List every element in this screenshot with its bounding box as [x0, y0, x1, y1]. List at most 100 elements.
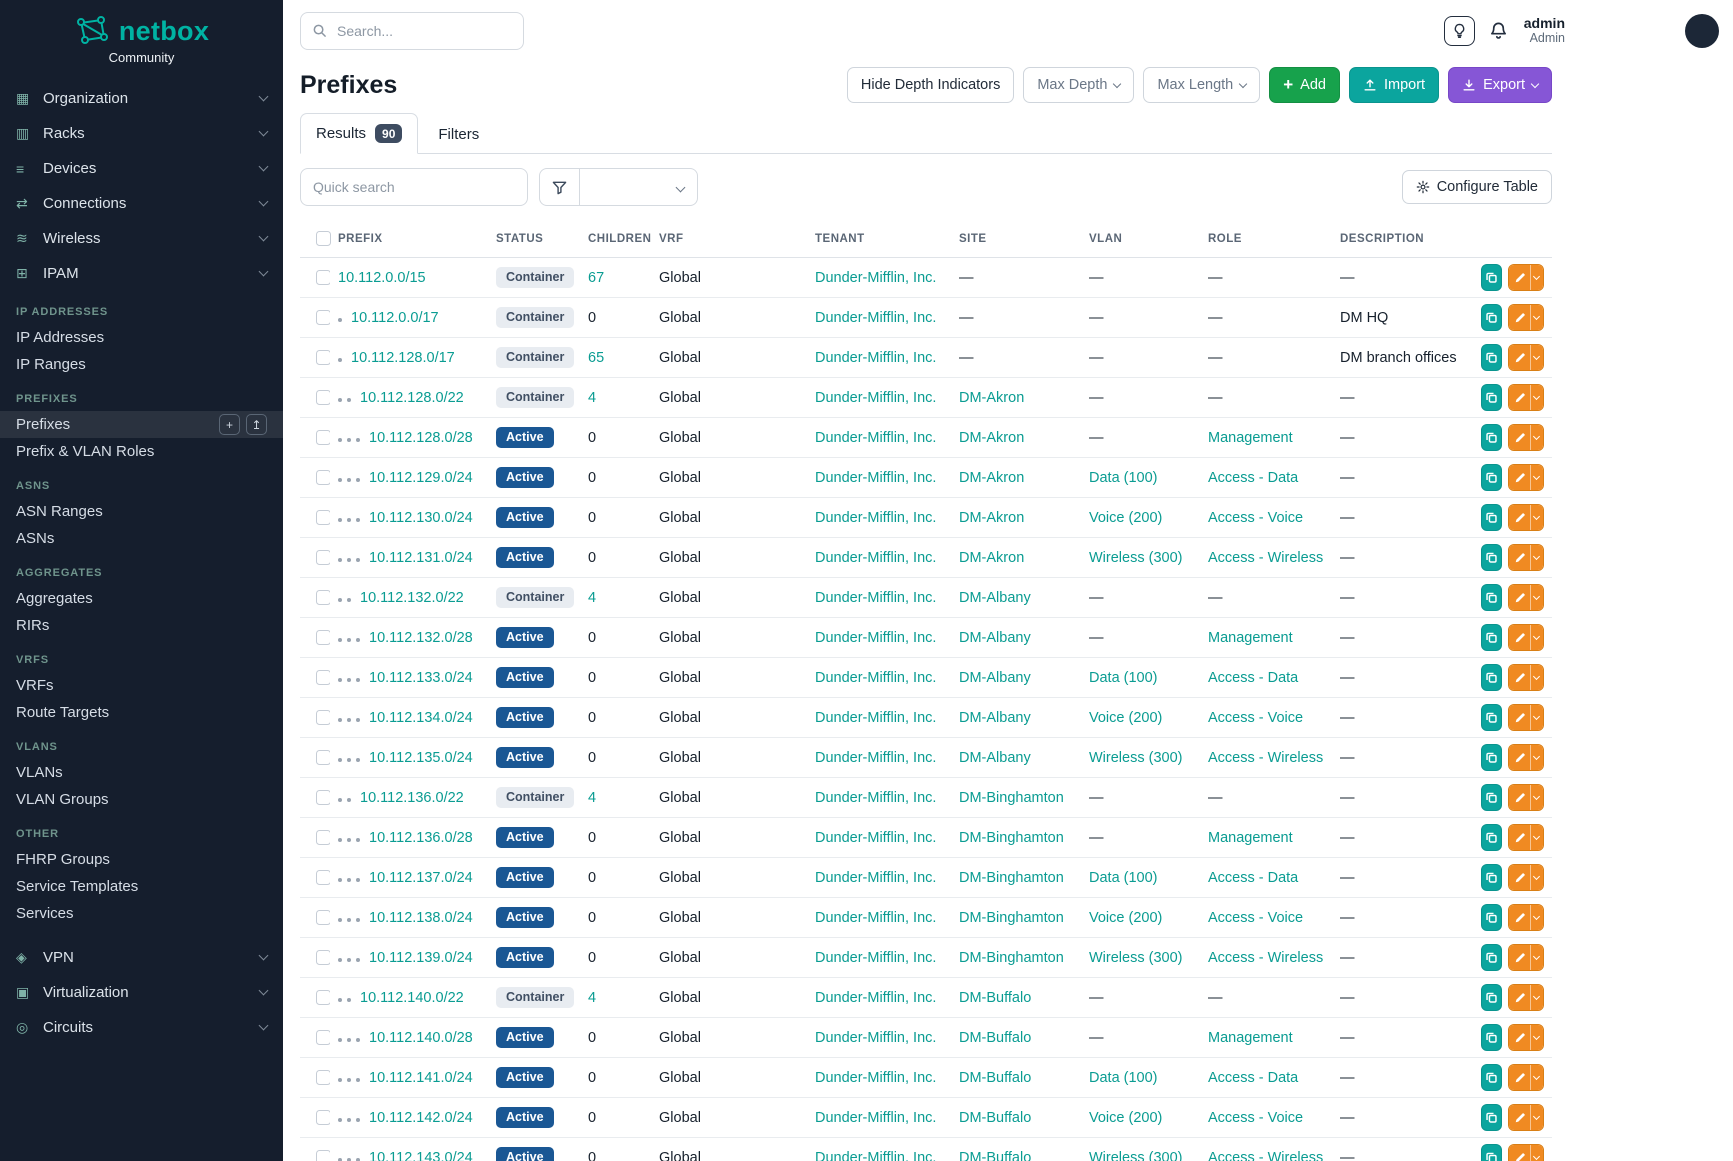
prefix-link[interactable]: 10.112.136.0/22 — [360, 790, 464, 806]
edit-dropdown-caret[interactable] — [1530, 1065, 1543, 1090]
import-mini-button[interactable]: ↥ — [246, 414, 267, 435]
role-link[interactable]: Access - Voice — [1208, 510, 1303, 526]
edit-dropdown-caret[interactable] — [1530, 705, 1543, 730]
edit-button[interactable] — [1509, 945, 1529, 970]
tenant-link[interactable]: Dunder-Mifflin, Inc. — [815, 550, 936, 566]
prefix-link[interactable]: 10.112.0.0/15 — [338, 270, 426, 286]
site-link[interactable]: DM-Akron — [959, 430, 1024, 446]
vlan-link[interactable]: Voice (200) — [1089, 710, 1162, 726]
prefix-link[interactable]: 10.112.138.0/24 — [369, 910, 473, 926]
edit-dropdown-caret[interactable] — [1530, 545, 1543, 570]
edit-dropdown-caret[interactable] — [1530, 345, 1543, 370]
sidebar-item-asns[interactable]: ASNs — [0, 525, 283, 552]
row-checkbox[interactable] — [316, 870, 330, 885]
row-checkbox[interactable] — [316, 1110, 330, 1125]
site-link[interactable]: DM-Buffalo — [959, 1110, 1031, 1126]
theme-toggle-button[interactable] — [1444, 16, 1475, 46]
column-header-role[interactable]: ROLE — [1200, 220, 1332, 258]
tenant-link[interactable]: Dunder-Mifflin, Inc. — [815, 990, 936, 1006]
sidebar-item-racks[interactable]: ▥Racks — [0, 116, 283, 151]
tenant-link[interactable]: Dunder-Mifflin, Inc. — [815, 310, 936, 326]
tenant-link[interactable]: Dunder-Mifflin, Inc. — [815, 790, 936, 806]
site-link[interactable]: DM-Binghamton — [959, 830, 1064, 846]
hide-depth-indicators-button[interactable]: Hide Depth Indicators — [847, 67, 1014, 103]
role-link[interactable]: Management — [1208, 1030, 1293, 1046]
sidebar-item-vlan-groups[interactable]: VLAN Groups — [0, 786, 283, 813]
edit-dropdown-caret[interactable] — [1530, 1145, 1543, 1161]
edit-button[interactable] — [1509, 745, 1529, 770]
children-count-link[interactable]: 67 — [588, 270, 604, 286]
edit-button[interactable] — [1509, 265, 1529, 290]
prefix-link[interactable]: 10.112.139.0/24 — [369, 950, 473, 966]
role-link[interactable]: Access - Voice — [1208, 710, 1303, 726]
edit-button[interactable] — [1509, 705, 1529, 730]
prefix-link[interactable]: 10.112.0.0/17 — [351, 310, 439, 326]
site-link[interactable]: DM-Binghamton — [959, 910, 1064, 926]
copy-button[interactable] — [1481, 384, 1502, 411]
edit-dropdown-caret[interactable] — [1530, 625, 1543, 650]
edit-button[interactable] — [1509, 1105, 1529, 1130]
row-checkbox[interactable] — [316, 1150, 330, 1161]
vlan-link[interactable]: Voice (200) — [1089, 910, 1162, 926]
role-link[interactable]: Access - Wireless — [1208, 1150, 1323, 1161]
copy-button[interactable] — [1481, 744, 1502, 771]
edit-button[interactable] — [1509, 1065, 1529, 1090]
edit-button[interactable] — [1509, 665, 1529, 690]
tenant-link[interactable]: Dunder-Mifflin, Inc. — [815, 750, 936, 766]
edit-button[interactable] — [1509, 425, 1529, 450]
column-header-site[interactable]: SITE — [951, 220, 1081, 258]
sidebar-item-vlans[interactable]: VLANs — [0, 759, 283, 786]
copy-button[interactable] — [1481, 824, 1502, 851]
prefix-link[interactable]: 10.112.128.0/22 — [360, 390, 464, 406]
site-link[interactable]: DM-Albany — [959, 630, 1031, 646]
prefix-link[interactable]: 10.112.130.0/24 — [369, 510, 473, 526]
configure-table-button[interactable]: Configure Table — [1402, 170, 1552, 204]
sidebar-item-services[interactable]: Services — [0, 900, 283, 927]
tenant-link[interactable]: Dunder-Mifflin, Inc. — [815, 950, 936, 966]
row-checkbox[interactable] — [316, 550, 330, 565]
tenant-link[interactable]: Dunder-Mifflin, Inc. — [815, 830, 936, 846]
role-link[interactable]: Access - Wireless — [1208, 550, 1323, 566]
edit-dropdown-caret[interactable] — [1530, 465, 1543, 490]
prefix-link[interactable]: 10.112.132.0/28 — [369, 630, 473, 646]
sidebar-item-service-templates[interactable]: Service Templates — [0, 873, 283, 900]
prefix-link[interactable]: 10.112.129.0/24 — [369, 470, 473, 486]
tenant-link[interactable]: Dunder-Mifflin, Inc. — [815, 590, 936, 606]
row-checkbox[interactable] — [316, 1030, 330, 1045]
edit-button[interactable] — [1509, 985, 1529, 1010]
vlan-link[interactable]: Voice (200) — [1089, 1110, 1162, 1126]
role-link[interactable]: Management — [1208, 630, 1293, 646]
site-link[interactable]: DM-Binghamton — [959, 950, 1064, 966]
site-link[interactable]: DM-Binghamton — [959, 870, 1064, 886]
role-link[interactable]: Management — [1208, 430, 1293, 446]
column-header-vrf[interactable]: VRF — [651, 220, 807, 258]
row-checkbox[interactable] — [316, 590, 330, 605]
sidebar-item-rirs[interactable]: RIRs — [0, 612, 283, 639]
tenant-link[interactable]: Dunder-Mifflin, Inc. — [815, 870, 936, 886]
filter-button[interactable] — [539, 168, 580, 206]
add-mini-button[interactable]: + — [219, 414, 240, 435]
copy-button[interactable] — [1481, 904, 1502, 931]
sidebar-item-route-targets[interactable]: Route Targets — [0, 699, 283, 726]
prefix-link[interactable]: 10.112.140.0/22 — [360, 990, 464, 1006]
prefix-link[interactable]: 10.112.140.0/28 — [369, 1030, 473, 1046]
role-link[interactable]: Access - Wireless — [1208, 950, 1323, 966]
copy-button[interactable] — [1481, 1064, 1502, 1091]
prefix-link[interactable]: 10.112.137.0/24 — [369, 870, 473, 886]
column-header-vlan[interactable]: VLAN — [1081, 220, 1200, 258]
tenant-link[interactable]: Dunder-Mifflin, Inc. — [815, 390, 936, 406]
edit-button[interactable] — [1509, 825, 1529, 850]
sidebar-item-wireless[interactable]: ≋Wireless — [0, 221, 283, 256]
column-header-children[interactable]: CHILDREN — [580, 220, 651, 258]
column-header-tenant[interactable]: TENANT — [807, 220, 951, 258]
edit-dropdown-caret[interactable] — [1530, 825, 1543, 850]
max-depth-dropdown[interactable]: Max Depth — [1023, 67, 1134, 103]
copy-button[interactable] — [1481, 624, 1502, 651]
site-link[interactable]: DM-Akron — [959, 550, 1024, 566]
children-count-link[interactable]: 4 — [588, 990, 596, 1006]
tenant-link[interactable]: Dunder-Mifflin, Inc. — [815, 270, 936, 286]
sidebar-item-ipam[interactable]: ⊞IPAM — [0, 256, 283, 291]
edit-dropdown-caret[interactable] — [1530, 905, 1543, 930]
tenant-link[interactable]: Dunder-Mifflin, Inc. — [815, 1110, 936, 1126]
site-link[interactable]: DM-Albany — [959, 750, 1031, 766]
